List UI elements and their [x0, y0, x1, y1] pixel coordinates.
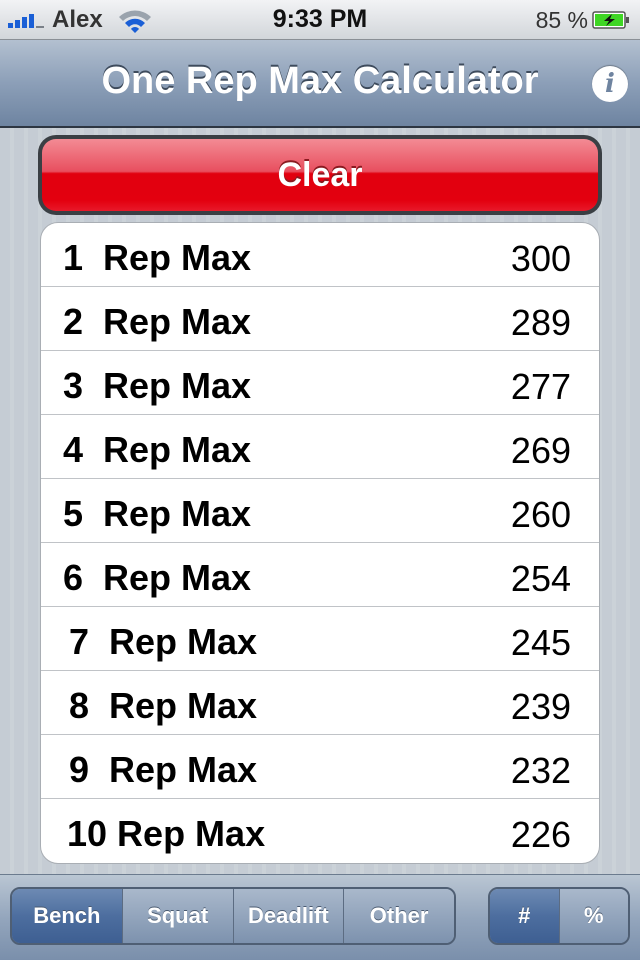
rep-value: 260	[510, 494, 571, 535]
rep-max-list: 1 Rep Max 300 2 Rep Max 289 3 Rep Max 277 4…	[40, 222, 600, 864]
rep-value: 254	[510, 558, 571, 599]
segment-bench[interactable]: Bench	[12, 889, 123, 943]
rep-label: 7 Rep Max	[69, 621, 258, 662]
list-item[interactable]: 9 Rep Max 232	[41, 735, 599, 799]
list-item[interactable]: 6 Rep Max 254	[41, 543, 599, 607]
list-item[interactable]: 7 Rep Max 245	[41, 607, 599, 671]
segment-percent[interactable]: %	[559, 889, 628, 943]
rep-label: 10 Rep Max	[67, 813, 266, 854]
list-item[interactable]: 5 Rep Max 260	[41, 479, 599, 543]
list-item[interactable]: 2 Rep Max 289	[41, 287, 599, 351]
battery-charging-icon	[592, 11, 629, 29]
rep-label: 2 Rep Max	[63, 301, 252, 342]
rep-value: 300	[510, 238, 571, 279]
list-item[interactable]: 10 Rep Max 226	[41, 799, 599, 863]
list-item[interactable]: 3 Rep Max 277	[41, 351, 599, 415]
rep-label: 9 Rep Max	[69, 749, 258, 790]
rep-label: 4 Rep Max	[63, 429, 252, 470]
rep-value: 269	[510, 430, 571, 471]
list-item[interactable]: 8 Rep Max 239	[41, 671, 599, 735]
bottom-toolbar: Bench Squat Deadlift Other # %	[0, 874, 640, 960]
clear-button[interactable]: Clear	[42, 139, 598, 211]
rep-value: 289	[510, 302, 571, 343]
info-icon: i	[605, 69, 615, 99]
segment-other[interactable]: Other	[344, 889, 454, 943]
navigation-bar: One Rep Max Calculator i	[0, 40, 640, 128]
rep-label: 1 Rep Max	[63, 237, 252, 278]
rep-label: 3 Rep Max	[63, 365, 252, 406]
segment-squat[interactable]: Squat	[122, 889, 234, 943]
rep-label: 8 Rep Max	[69, 685, 258, 726]
rep-label: 6 Rep Max	[63, 557, 252, 598]
rep-value: 232	[510, 750, 571, 791]
segment-number[interactable]: #	[490, 889, 560, 943]
rep-label: 5 Rep Max	[63, 493, 252, 534]
clear-button-frame: Clear	[38, 135, 602, 215]
rep-value: 245	[510, 622, 571, 663]
status-bar: Alex 9:33 PM 85 %	[0, 0, 640, 40]
exercise-segmented-control: Bench Squat Deadlift Other	[10, 887, 456, 945]
unit-mode-segmented-control: # %	[488, 887, 630, 945]
list-item[interactable]: 4 Rep Max 269	[41, 415, 599, 479]
rep-value: 277	[510, 366, 571, 407]
list-item[interactable]: 1 Rep Max 300	[41, 223, 599, 287]
rep-value: 239	[510, 686, 571, 727]
page-title: One Rep Max Calculator	[101, 60, 539, 102]
info-button[interactable]: i	[592, 66, 628, 102]
rep-value: 226	[510, 814, 571, 855]
battery-percent: 85 %	[535, 7, 588, 33]
segment-deadlift[interactable]: Deadlift	[233, 889, 345, 943]
